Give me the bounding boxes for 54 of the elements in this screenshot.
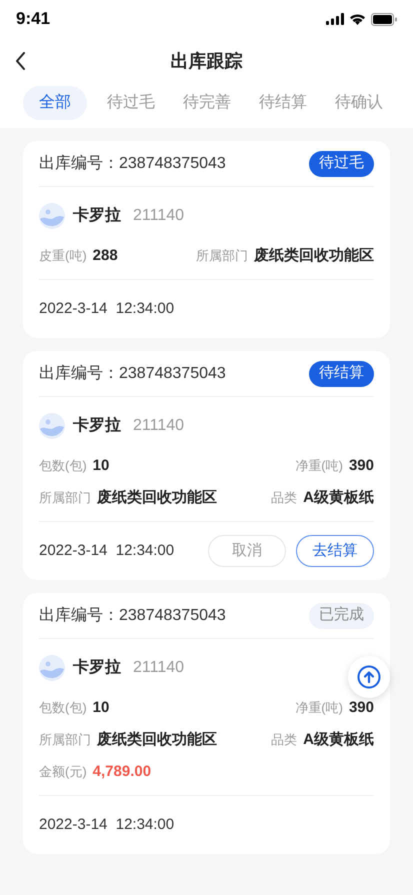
field-label: 品类 [271,489,298,508]
field-label: 净重(吨) [295,457,343,476]
filter-tab[interactable]: 待结算 [251,86,315,120]
field-label: 品类 [271,731,298,750]
person-code: 211140 [133,658,184,678]
order-time: 2022-3-14 12:34:00 [39,814,174,835]
order-number: 出库编号：238748375043 [39,154,226,174]
field-value: 390 [348,456,374,476]
battery-icon [371,12,397,26]
cancel-button[interactable]: 取消 [208,535,286,567]
order-number: 出库编号：238748375043 [39,364,226,384]
field-value: 390 [348,698,374,718]
field-label: 金额(元) [39,763,87,782]
person-name: 卡罗拉 [73,658,121,678]
filter-tab[interactable]: 全部 [23,86,87,120]
status-badge: 已完成 [309,602,374,628]
field-value: 废纸类回收功能区 [97,730,217,750]
field-label: 所属部门 [39,489,91,508]
field-value: 10 [92,456,110,476]
arrow-up-icon [357,665,381,689]
field-value: 4,789.00 [92,762,152,782]
back-icon [14,52,26,70]
field-label: 所属部门 [196,247,248,266]
field-value: 废纸类回收功能区 [97,488,217,508]
status-badge: 待结算 [309,360,374,386]
order-number: 出库编号：238748375043 [39,606,226,626]
avatar-icon [39,655,65,681]
field-label: 皮重(吨) [39,247,87,266]
person-name: 卡罗拉 [73,416,121,436]
order-time: 2022-3-14 12:34:00 [39,540,174,561]
wifi-icon [349,13,366,25]
field-label: 包数(包) [39,457,87,476]
filter-tab[interactable]: 待过毛 [99,86,163,120]
person-name: 卡罗拉 [73,206,121,226]
settle-button[interactable]: 去结算 [296,535,374,567]
status-time: 9:41 [16,8,50,30]
page-title: 出库跟踪 [170,50,242,72]
order-time: 2022-3-14 12:34:00 [39,298,174,319]
avatar-icon [39,203,65,229]
person-code: 211140 [133,206,184,226]
signal-icon [326,13,344,25]
avatar-icon [39,413,65,439]
filter-tab[interactable]: 待确认 [327,86,391,120]
field-label: 包数(包) [39,699,87,718]
field-label: 净重(吨) [295,699,343,718]
filter-tab[interactable]: 待完善 [175,86,239,120]
field-value: A级黄板纸 [303,488,374,508]
field-value: A级黄板纸 [303,730,374,750]
field-label: 所属部门 [39,731,91,750]
field-value: 288 [92,246,118,266]
field-value: 10 [92,698,110,718]
person-code: 211140 [133,416,184,436]
field-value: 废纸类回收功能区 [254,246,374,266]
status-badge: 待过毛 [309,150,374,176]
